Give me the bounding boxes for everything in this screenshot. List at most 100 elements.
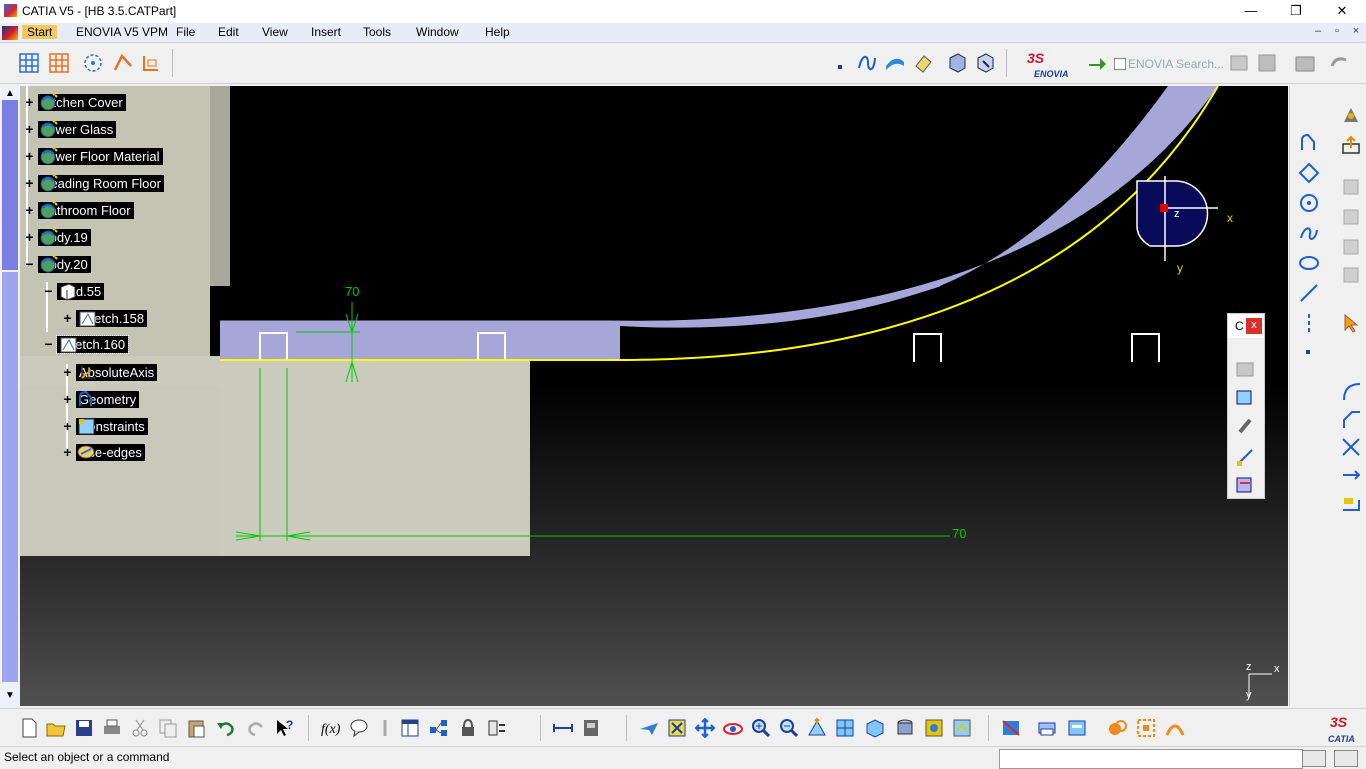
trim-icon[interactable] — [1340, 436, 1362, 458]
constraint-gray-icon-2[interactable] — [1340, 206, 1362, 228]
boolean-icon-1[interactable] — [1106, 717, 1128, 739]
menu-edit[interactable]: Edit — [218, 25, 239, 39]
boolean-icon-2[interactable] — [1135, 717, 1157, 739]
tree-item-absolute-axis[interactable]: AbsoluteAxis — [76, 362, 158, 382]
lock-icon[interactable] — [457, 717, 479, 739]
close-button[interactable]: ✕ — [1319, 0, 1365, 23]
snap-grid-icon[interactable] — [48, 52, 70, 74]
new-file-icon[interactable] — [18, 717, 40, 739]
refresh-gray-icon[interactable] — [1328, 52, 1350, 74]
status-button-1[interactable] — [1302, 750, 1326, 767]
mdi-minimize-button[interactable]: – — [1310, 25, 1326, 37]
line-icon[interactable] — [1298, 282, 1320, 304]
catalog-icon[interactable] — [428, 717, 450, 739]
tree-expander[interactable]: + — [62, 365, 73, 379]
axis-line-icon[interactable] — [1298, 312, 1320, 334]
menu-help[interactable]: Help — [485, 25, 510, 39]
eraser-icon[interactable] — [912, 52, 934, 74]
measure-icon[interactable] — [552, 717, 574, 739]
save-gray-icon[interactable] — [1256, 52, 1278, 74]
pan-icon[interactable] — [694, 717, 716, 739]
formula-icon[interactable]: f(x) — [320, 717, 342, 739]
parameters-icon[interactable] — [486, 717, 508, 739]
float-box-icon[interactable] — [1234, 386, 1256, 408]
tree-item-body-20[interactable]: Body.20 — [38, 254, 91, 274]
insert-body-icon[interactable] — [974, 52, 996, 74]
tree-expander[interactable]: + — [24, 149, 35, 163]
grid-icon[interactable] — [18, 52, 40, 74]
tree-item-sketch-160[interactable]: Sketch.160 — [55, 334, 130, 354]
command-input[interactable] — [999, 749, 1303, 769]
rotate-icon[interactable] — [722, 717, 744, 739]
enovia-search-checkbox[interactable] — [1114, 58, 1126, 70]
tree-expander[interactable]: + — [24, 176, 35, 190]
exit-workbench-icon[interactable] — [1340, 104, 1362, 126]
menu-start[interactable]: Start — [22, 25, 58, 39]
tree-expander[interactable]: + — [62, 445, 73, 459]
undo-icon[interactable] — [215, 717, 237, 739]
scroll-down-icon[interactable]: ▼ — [3, 690, 17, 702]
status-button-2[interactable] — [1334, 750, 1358, 767]
open-folder-icon[interactable] — [45, 717, 67, 739]
menu-enovia[interactable]: ENOVIA V5 VPM — [76, 25, 168, 39]
fit-all-icon[interactable] — [666, 717, 688, 739]
paste-icon[interactable] — [185, 717, 207, 739]
float-gray-icon[interactable] — [1234, 358, 1256, 380]
cut-icon[interactable] — [129, 717, 151, 739]
floating-toolbar-header[interactable]: C x — [1228, 314, 1264, 338]
tree-item-kitchen-cover[interactable]: Kitchen Cover — [38, 92, 126, 112]
mdi-close-button[interactable]: × — [1348, 25, 1364, 37]
tree-item-reading-room-floor[interactable]: Reading Room Floor — [38, 173, 164, 193]
tree-expander[interactable]: − — [43, 337, 54, 351]
enovia-logo-icon[interactable]: 3S ENOVIA — [1024, 49, 1074, 81]
menu-file[interactable]: File — [176, 25, 195, 39]
layer-icon[interactable] — [1066, 717, 1088, 739]
spline-sketch-icon[interactable] — [1298, 222, 1320, 244]
project-3d-icon[interactable] — [1340, 494, 1362, 516]
iso-view-icon[interactable] — [864, 717, 886, 739]
minimize-button[interactable]: — — [1228, 0, 1274, 23]
construction-icon[interactable] — [82, 52, 104, 74]
dimension-vertical-label[interactable]: 70 — [345, 284, 359, 299]
tree-item-constraints[interactable]: Constraints — [76, 416, 148, 436]
mdi-restore-button[interactable]: ▫ — [1329, 25, 1345, 37]
wave-surface-icon[interactable] — [884, 52, 906, 74]
point-icon[interactable] — [830, 52, 852, 74]
constraint-gray-icon-1[interactable] — [1340, 176, 1362, 198]
tree-expander[interactable]: − — [24, 257, 35, 271]
tree-item-geometry[interactable]: Geometry — [76, 389, 140, 409]
tree-item-bathroom-floor[interactable]: Bathroom Floor — [38, 200, 134, 220]
tree-expander[interactable]: − — [43, 284, 54, 298]
scrollbar-thumb[interactable] — [2, 100, 18, 270]
menu-view[interactable]: View — [262, 25, 288, 39]
tree-item-lower-floor-material[interactable]: Lower Floor Material — [38, 146, 163, 166]
knowledge-advisor-icon[interactable] — [348, 717, 370, 739]
enovia-search-label[interactable]: ENOVIA Search... — [1128, 57, 1224, 71]
tree-item-pad-55[interactable]: Pad.55 — [57, 281, 105, 301]
ellipse-icon[interactable] — [1298, 252, 1320, 274]
print-icon[interactable] — [101, 717, 123, 739]
geometric-constraints-icon[interactable] — [112, 52, 134, 74]
tree-item-sketch-158[interactable]: Sketch.158 — [76, 308, 148, 328]
tree-expander[interactable]: + — [24, 95, 35, 109]
print-part-icon[interactable] — [1036, 717, 1058, 739]
corner-icon[interactable] — [1340, 380, 1362, 402]
chamfer-icon[interactable] — [1340, 408, 1362, 430]
measure-item-icon[interactable] — [580, 717, 602, 739]
scrollbar-track[interactable] — [2, 272, 18, 682]
tree-expander[interactable]: + — [62, 311, 73, 325]
normal-view-icon[interactable] — [806, 717, 828, 739]
enovia-arrow-icon[interactable] — [1086, 52, 1108, 74]
tree-expander[interactable]: + — [24, 203, 35, 217]
scroll-up-icon[interactable]: ▲ — [3, 88, 17, 100]
save-icon[interactable] — [73, 717, 95, 739]
select-arrow-icon[interactable] — [1340, 312, 1362, 334]
copy-icon[interactable] — [157, 717, 179, 739]
floating-toolbar-close-button[interactable]: x — [1246, 318, 1262, 334]
dimension-horizontal-label[interactable]: 70 — [952, 526, 966, 541]
cut-part-icon[interactable] — [1000, 717, 1022, 739]
tree-scrollbar[interactable]: ▲ ▼ — [0, 86, 20, 706]
part-body-icon[interactable] — [946, 52, 968, 74]
tree-item-lower-glass[interactable]: Lower Glass — [38, 119, 117, 139]
sketch-point-icon[interactable] — [1298, 342, 1320, 364]
